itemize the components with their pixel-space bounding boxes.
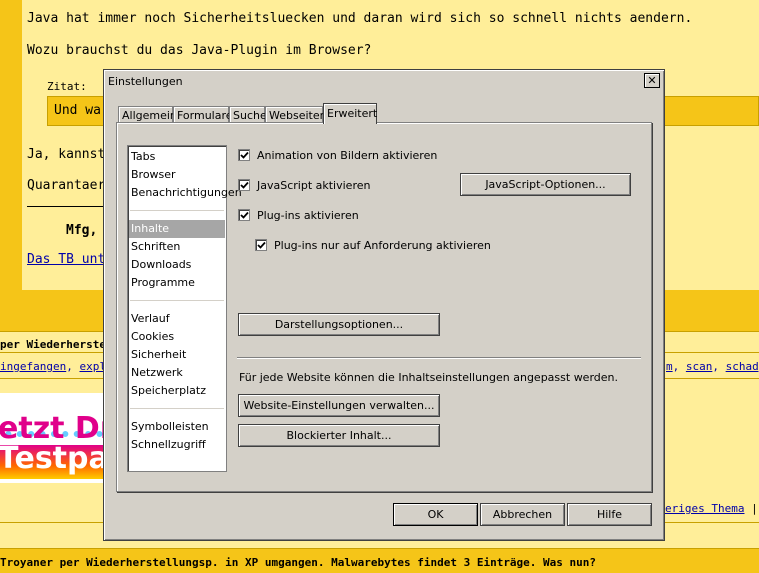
- category-item-sicherheit[interactable]: Sicherheit: [129, 346, 225, 364]
- section-divider: [237, 357, 641, 359]
- quote-label: Zitat:: [47, 80, 87, 93]
- tag-link[interactable]: scan: [686, 360, 713, 373]
- signature-divider: [27, 206, 107, 207]
- settings-dialog: Einstellungen ✕ Allgemein Formulare Such…: [103, 69, 665, 541]
- javascript-label: JavaScript aktivieren: [257, 179, 371, 192]
- animation-checkbox[interactable]: [238, 149, 250, 161]
- tag-link[interactable]: m: [666, 360, 673, 373]
- category-item-programme[interactable]: Programme: [129, 274, 225, 292]
- close-button[interactable]: ✕: [644, 73, 660, 88]
- close-icon: ✕: [647, 74, 657, 87]
- content-settings-text: Für jede Website können die Inhaltseinst…: [239, 371, 619, 384]
- check-icon: [240, 151, 249, 159]
- category-separator: [130, 408, 224, 409]
- javascript-checkbox[interactable]: [238, 179, 250, 191]
- category-item-cookies[interactable]: Cookies: [129, 328, 225, 346]
- post-text-line: Quarantaer: [27, 178, 106, 193]
- category-item-verlauf[interactable]: Verlauf: [129, 310, 225, 328]
- signature-link[interactable]: Das TB unt: [27, 252, 105, 267]
- category-item-symbolleisten[interactable]: Symbolleisten: [129, 418, 225, 436]
- tab-erweitert[interactable]: Erweitert: [323, 103, 377, 124]
- post-text-line: Ja, kannst: [27, 147, 106, 162]
- tag-link[interactable]: ingefangen: [0, 360, 66, 373]
- check-icon: [257, 241, 266, 249]
- plugins-checkbox[interactable]: [238, 209, 250, 221]
- plugins-on-demand-label: Plug-ins nur auf Anforderung aktivieren: [274, 239, 491, 252]
- category-item-browser[interactable]: Browser: [129, 166, 225, 184]
- category-item-netzwerk[interactable]: Netzwerk: [129, 364, 225, 382]
- category-list[interactable]: Tabs Browser Benachrichtigungen Inhalte …: [127, 145, 242, 472]
- ok-button[interactable]: OK: [393, 503, 478, 526]
- tag-list: ingefangen, explc: [0, 360, 113, 373]
- ad-banner[interactable]: etzt Dr Testpa: [0, 393, 104, 483]
- blocked-content-button[interactable]: Blockierter Inhalt...: [238, 424, 440, 447]
- display-options-button[interactable]: Darstellungsoptionen...: [238, 313, 440, 336]
- category-separator: [130, 300, 224, 301]
- check-icon: [240, 211, 249, 219]
- category-separator: [130, 210, 224, 211]
- category-item-speicherplatz[interactable]: Speicherplatz: [129, 382, 225, 400]
- dialog-title: Einstellungen: [108, 75, 183, 88]
- category-item-schriften[interactable]: Schriften: [129, 238, 225, 256]
- post-text-line: Wozu brauchst du das Java-Plugin im Brow…: [27, 43, 372, 58]
- category-item-benachrichtigungen[interactable]: Benachrichtigungen: [129, 184, 242, 202]
- tab-panel-erweitert: Tabs Browser Benachrichtigungen Inhalte …: [116, 122, 652, 492]
- animation-label: Animation von Bildern aktivieren: [257, 149, 438, 162]
- banner-text: Testpa: [0, 441, 104, 476]
- nav-separator: |: [751, 502, 758, 515]
- post-text-line: Java hat immer noch Sicherheitsluecken u…: [27, 11, 693, 26]
- thread-nav: eriges Thema | N: [665, 502, 759, 515]
- quote-text: Und wa: [54, 103, 101, 118]
- category-item-downloads[interactable]: Downloads: [129, 256, 225, 274]
- plugins-label: Plug-ins aktivieren: [257, 209, 359, 222]
- category-item-schnellzugriff[interactable]: Schnellzugriff: [129, 436, 225, 454]
- tag-list: m, scan, schadpr: [666, 360, 759, 373]
- cancel-button[interactable]: Abbrechen: [480, 503, 565, 526]
- help-button[interactable]: Hilfe: [567, 503, 652, 526]
- website-settings-button[interactable]: Website-Einstellungen verwalten...: [238, 394, 440, 417]
- signature-text: Mfg,: [66, 223, 98, 238]
- plugins-on-demand-checkbox[interactable]: [255, 239, 267, 251]
- javascript-options-button[interactable]: JavaScript-Optionen...: [460, 173, 631, 196]
- tag-link[interactable]: schadpr: [726, 360, 759, 373]
- check-icon: [240, 181, 249, 189]
- dialog-titlebar[interactable]: Einstellungen ✕: [106, 72, 662, 90]
- category-item-inhalte[interactable]: Inhalte: [129, 220, 225, 238]
- category-item-tabs[interactable]: Tabs: [129, 148, 225, 166]
- thread-title: per Wiederherstel: [0, 338, 113, 351]
- forum-left-bar: [0, 0, 22, 290]
- bottom-thread-title: Troyaner per Wiederherstellungsp. in XP …: [0, 556, 597, 569]
- previous-thread-link[interactable]: eriges Thema: [665, 502, 744, 515]
